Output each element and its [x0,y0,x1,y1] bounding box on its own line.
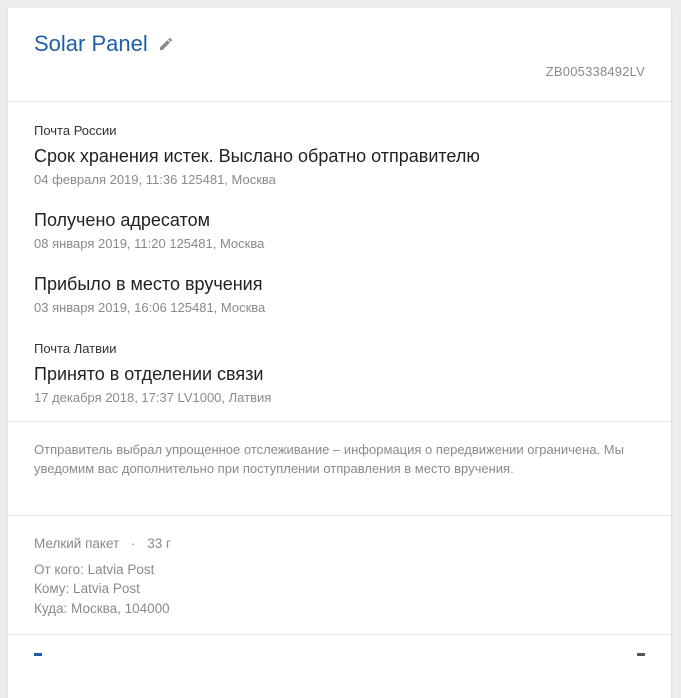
carrier-label: Почта России [34,123,117,138]
sender: От кого: Latvia Post [34,561,155,577]
tracking-notice: Отправитель выбрал упрощенное отслеживан… [8,422,671,516]
card-header: Solar Panel ZB005338492LV [8,8,671,102]
footer-left-action[interactable] [34,653,42,656]
event-meta: 08 января 2019, 11:20 125481, Москва [34,236,265,251]
event-status: Срок хранения истек. Выслано обратно отп… [34,146,480,166]
event-item: Прибыло в место вручения 03 января 2019,… [34,272,645,318]
tracking-number: ZB005338492LV [545,64,645,79]
pencil-icon[interactable] [158,36,174,52]
event-status: Прибыло в место вручения [34,274,263,294]
recipient: Кому: Latvia Post [34,581,140,596]
carrier-label: Почта Латвии [34,341,117,356]
package-type: Мелкий пакет [34,536,120,551]
event-status: Принято в отделении связи [34,364,264,384]
event-item: Срок хранения истек. Выслано обратно отп… [34,144,645,190]
separator-dot: · [130,536,136,551]
events-list: Почта России Срок хранения истек. Выслан… [8,102,671,422]
shipment-title[interactable]: Solar Panel [34,30,148,58]
event-meta: 04 февраля 2019, 11:36 125481, Москва [34,172,276,187]
footer-right-action[interactable] [637,653,645,656]
event-item: Получено адресатом 08 января 2019, 11:20… [34,208,645,254]
package-weight: 33 г [147,536,171,551]
package-summary: Мелкий пакет · 33 г [34,534,645,554]
event-meta: 17 декабря 2018, 17:37 LV1000, Латвия [34,390,272,405]
card-footer [8,635,671,675]
destination: Куда: Москва, 104000 [34,600,170,616]
tracking-card: Solar Panel ZB005338492LV Почта России С… [8,8,671,698]
event-status: Получено адресатом [34,210,210,230]
event-item: Принято в отделении связи 17 декабря 201… [34,362,645,408]
package-details: Мелкий пакет · 33 г От кого: Latvia Post… [8,516,671,635]
title-row: Solar Panel [34,30,174,58]
event-meta: 03 января 2019, 16:06 125481, Москва [34,300,266,315]
